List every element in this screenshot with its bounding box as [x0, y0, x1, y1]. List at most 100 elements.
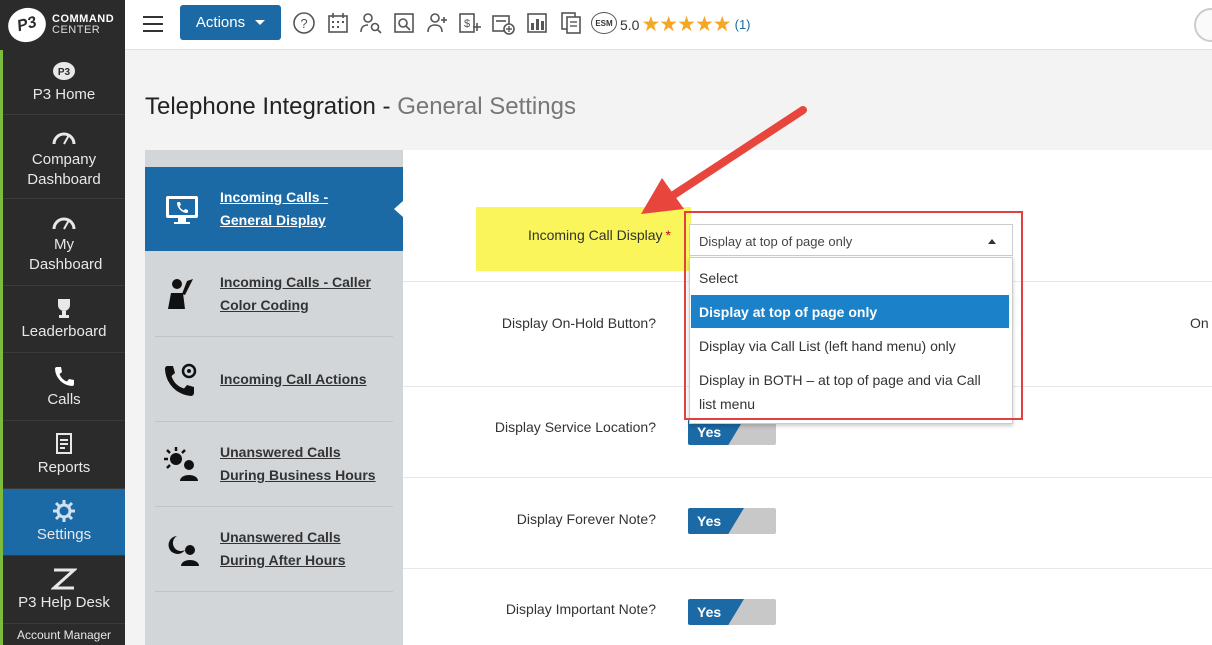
service-location-label: Display Service Location?: [494, 419, 656, 435]
forever-note-toggle[interactable]: Yes: [688, 508, 776, 534]
dropdown-option[interactable]: Display via Call List (left hand menu) o…: [691, 334, 1009, 358]
submenu-item-general-display[interactable]: Incoming Calls - General Display: [145, 167, 403, 251]
submenu-label-line1: Incoming Call Actions: [220, 370, 367, 387]
trophy-icon: [58, 299, 70, 318]
on-hold-right-text: On: [1190, 315, 1209, 331]
top-bar: Actions ? $ ESM 5.0 ★★★★★ (1): [125, 0, 1212, 50]
submenu-label-line1: Unanswered Calls: [220, 529, 341, 545]
search-list-icon[interactable]: [392, 11, 416, 35]
nav-item-leaderboard[interactable]: Leaderboard: [3, 286, 125, 353]
phone-gear-icon: [164, 363, 197, 396]
nav-item-my-dashboard[interactable]: My Dashboard: [3, 199, 125, 286]
left-nav: P3 COMMAND CENTER P3 P3 Home Company Das…: [0, 0, 125, 645]
hamburger-menu-icon[interactable]: [143, 16, 163, 32]
calendar-icon[interactable]: [326, 11, 350, 35]
incoming-call-display-label: Incoming Call Display *: [527, 227, 671, 243]
page-title: Telephone Integration - General Settings: [145, 93, 576, 121]
required-mark: *: [665, 227, 671, 243]
moon-person-icon: [168, 536, 199, 566]
submenu-label: Unanswered Calls During Business Hours: [220, 441, 376, 487]
active-indicator: [394, 201, 403, 217]
submenu-label: Incoming Call Actions: [220, 368, 367, 391]
svg-text:$: $: [464, 18, 470, 30]
nav-label: P3 Home: [32, 86, 96, 103]
incoming-call-display-options: Select Display at top of page only Displ…: [689, 257, 1013, 424]
nav-item-company-dashboard[interactable]: Company Dashboard: [3, 115, 125, 199]
page-title-sub: General Settings: [397, 93, 576, 120]
rating[interactable]: 5.0 ★★★★★ (1): [620, 12, 751, 37]
incoming-call-display-select[interactable]: Display at top of page only: [689, 224, 1013, 256]
actions-button[interactable]: Actions: [180, 5, 281, 40]
actions-label: Actions: [195, 14, 246, 31]
submenu-label-line1: Unanswered Calls: [220, 444, 341, 460]
nav-label: Leaderboard: [21, 323, 107, 340]
monitor-phone-icon: [166, 196, 198, 224]
gauge-icon: [52, 217, 76, 230]
esm-badge-icon[interactable]: ESM: [591, 12, 617, 34]
toggle-label: Yes: [697, 513, 722, 529]
rating-stars-icon: ★★★★★: [641, 13, 731, 36]
submenu-item-incoming-call-actions[interactable]: Incoming Call Actions: [155, 337, 393, 422]
submenu-label-line1: Incoming Calls -: [220, 189, 329, 205]
submenu-label: Incoming Calls - General Display: [220, 186, 328, 232]
logo-text-bottom: CENTER: [52, 24, 101, 36]
submenu-item-caller-color-coding[interactable]: Incoming Calls - Caller Color Coding: [155, 251, 393, 337]
nav-label: P3 Help Desk: [18, 593, 110, 611]
caret-down-icon: [255, 20, 266, 25]
dropdown-option[interactable]: Display in BOTH – at top of page and via…: [691, 368, 991, 416]
avatar[interactable]: [1194, 8, 1212, 42]
p3-logo-icon: P3: [4, 3, 50, 47]
add-user-icon[interactable]: [425, 11, 449, 35]
app-root: P3 COMMAND CENTER P3 P3 Home Company Das…: [0, 0, 1212, 645]
user-search-icon[interactable]: [359, 11, 383, 35]
logo-text: COMMAND CENTER: [52, 14, 114, 36]
nav-item-p3-home[interactable]: P3 P3 Home: [3, 50, 125, 115]
bar-chart-icon[interactable]: [525, 11, 549, 35]
submenu-item-after-hours[interactable]: Unanswered Calls During After Hours: [155, 507, 393, 592]
help-icon[interactable]: ?: [292, 11, 316, 35]
nav-label: Reports: [37, 458, 91, 476]
dropdown-option[interactable]: Select: [691, 266, 1009, 290]
gear-icon: [53, 500, 75, 522]
nav-label: Calls: [47, 390, 81, 408]
rating-count[interactable]: (1): [735, 17, 751, 32]
nav-label: Settings: [36, 526, 92, 543]
nav-item-calls[interactable]: Calls: [3, 353, 125, 421]
rating-value: 5.0: [620, 16, 640, 33]
caret-up-icon: [988, 239, 996, 244]
important-note-toggle[interactable]: Yes: [688, 599, 776, 625]
svg-text:P3: P3: [58, 67, 71, 78]
submenu-label: Incoming Calls - Caller Color Coding: [220, 271, 371, 317]
submenu-label-line2: Color Coding: [220, 296, 309, 313]
p3-home-icon: P3: [53, 62, 75, 80]
nav-item-reports[interactable]: Reports: [3, 421, 125, 489]
svg-text:?: ?: [300, 16, 307, 31]
highlighted-label-area: Incoming Call Display *: [476, 207, 691, 271]
submenu-label-line2: General Display: [220, 212, 326, 228]
toggle-label: Yes: [697, 424, 722, 440]
paint-brush-person-icon: [168, 278, 193, 309]
nav-label: Company Dashboard: [27, 150, 101, 188]
submenu-label-line2: During Business Hours: [220, 467, 376, 483]
nav-item-account-manager[interactable]: Account Manager: [3, 624, 125, 645]
page-title-main: Telephone Integration -: [145, 93, 398, 120]
toggle-label: Yes: [697, 604, 722, 620]
important-note-label: Display Important Note?: [505, 601, 656, 617]
add-invoice-icon[interactable]: $: [457, 11, 481, 35]
documents-icon[interactable]: [559, 11, 583, 35]
forever-note-label: Display Forever Note?: [516, 511, 656, 527]
submenu-label: Unanswered Calls During After Hours: [220, 526, 345, 572]
submenu-item-business-hours[interactable]: Unanswered Calls During Business Hours: [155, 422, 393, 507]
select-value: Display at top of page only: [699, 234, 853, 249]
nav-item-p3-help-desk[interactable]: P3 Help Desk: [3, 556, 125, 624]
gauge-icon: [52, 132, 76, 144]
nav-label: Account Manager: [16, 628, 112, 642]
nav-item-settings[interactable]: Settings: [3, 489, 125, 556]
submenu-label-line1: Incoming Calls - Caller: [220, 273, 371, 290]
submenu-label-line2: During After Hours: [220, 552, 346, 568]
add-event-icon[interactable]: [491, 11, 515, 35]
report-icon: [56, 432, 72, 454]
app-logo[interactable]: P3 COMMAND CENTER: [0, 0, 125, 50]
dropdown-option-selected[interactable]: Display at top of page only: [691, 295, 1009, 328]
on-hold-label: Display On-Hold Button?: [501, 315, 656, 331]
